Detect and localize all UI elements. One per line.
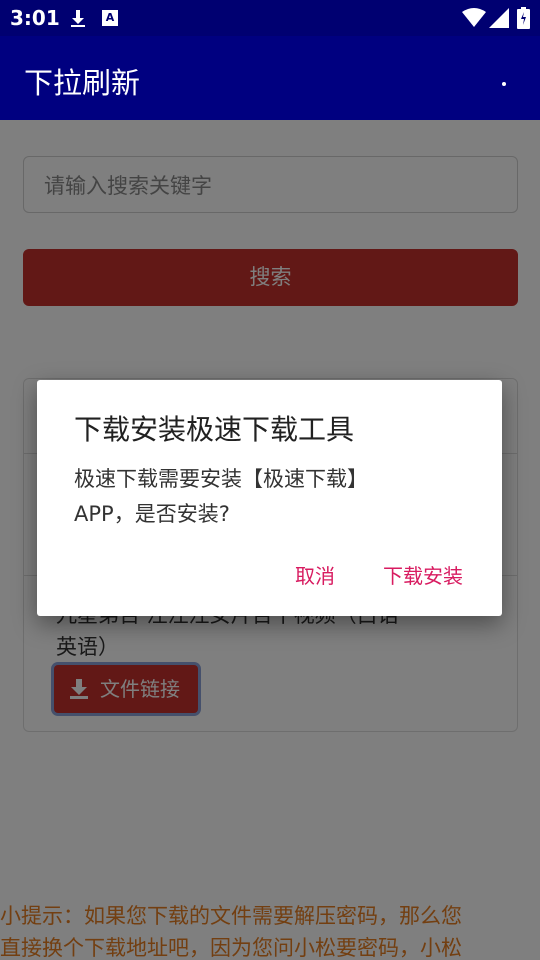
app-bar: 下拉刷新	[0, 36, 540, 120]
signal-icon	[489, 8, 509, 28]
app-title: 下拉刷新	[24, 66, 141, 100]
download-install-button[interactable]: 下载安装	[383, 560, 463, 589]
wifi-icon	[462, 8, 486, 27]
overflow-menu-icon[interactable]	[500, 82, 540, 122]
status-bar: 3:01 A	[0, 0, 540, 36]
status-time: 3:01	[10, 6, 60, 30]
install-dialog: 下载安装极速下载工具 极速下载需要安装【极速下载】 APP，是否安装? 取消 下…	[37, 380, 502, 616]
download-icon	[71, 10, 85, 27]
cancel-button[interactable]: 取消	[295, 560, 335, 589]
dialog-message: 极速下载需要安装【极速下载】 APP，是否安装?	[74, 462, 474, 532]
dialog-message-line2: APP，是否安装?	[74, 502, 230, 526]
dialog-title: 下载安装极速下载工具	[74, 413, 355, 446]
a-notification-icon: A	[102, 10, 118, 26]
dialog-message-line1: 极速下载需要安装【极速下载】	[74, 467, 368, 491]
battery-icon	[517, 7, 530, 29]
